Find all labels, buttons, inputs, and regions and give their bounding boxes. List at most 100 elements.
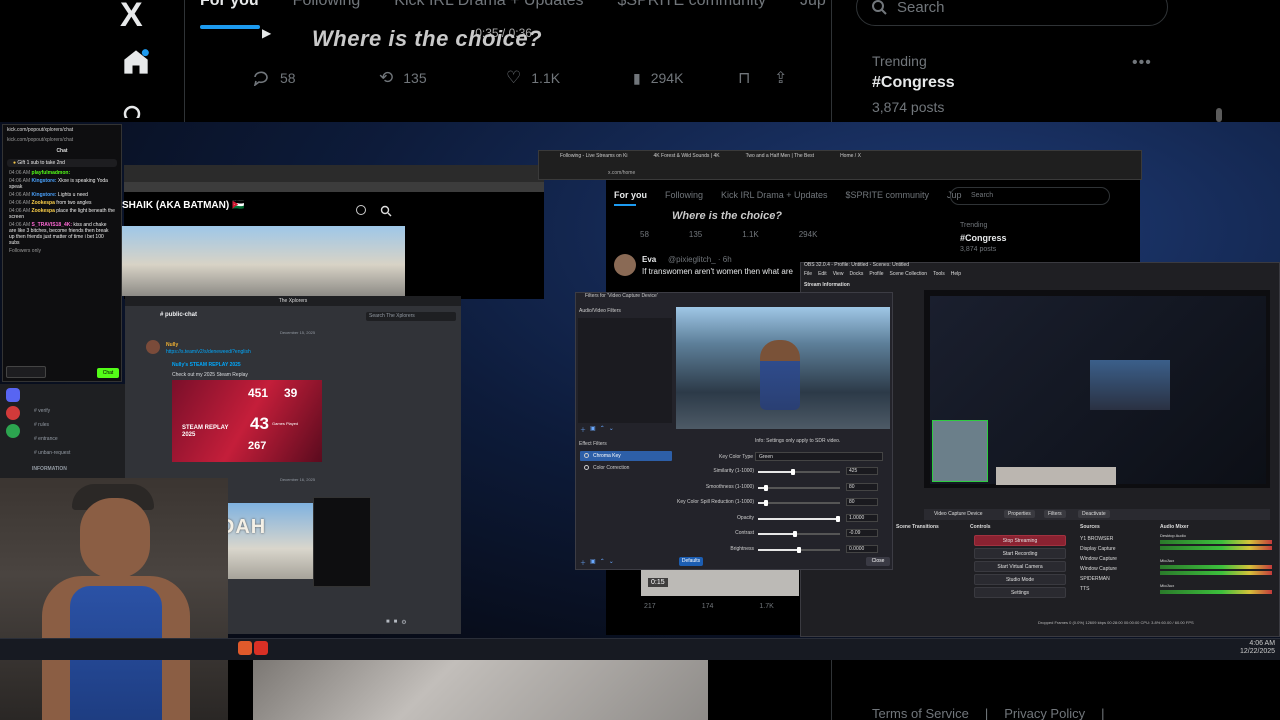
channel-entrance[interactable]: # entrance	[34, 435, 58, 444]
mini-tab-following[interactable]: Following	[665, 190, 703, 200]
x-search-box[interactable]: Search	[856, 0, 1168, 26]
discord-search[interactable]: Search The Xplorers	[366, 312, 456, 321]
kick-chat-send-button[interactable]: Chat	[97, 368, 119, 378]
views-button[interactable]: ▮ 294K	[633, 70, 738, 87]
properties-button[interactable]: Properties	[1004, 510, 1035, 518]
studio-mode-button[interactable]: Studio Mode	[974, 574, 1066, 585]
mini-reply-count[interactable]: 58	[640, 230, 649, 239]
move-up-icon[interactable]: ⌃	[600, 558, 605, 567]
post-image[interactable]	[122, 226, 405, 296]
mini-like-count[interactable]: 1.1K	[742, 230, 758, 239]
slider-handle[interactable]	[791, 469, 796, 475]
msg-user[interactable]: Kingstore:	[32, 192, 57, 198]
share-icon[interactable]: ⇪	[774, 68, 787, 88]
tab-following[interactable]: Following	[293, 0, 361, 10]
source-item[interactable]: TTS	[1080, 584, 1156, 594]
msg-user[interactable]: playfulmadmon:	[32, 170, 71, 176]
bookmark-icon[interactable]: ⊓	[738, 68, 774, 88]
tab-sprite[interactable]: $SPRITE community	[618, 0, 766, 10]
deactivate-button[interactable]: Deactivate	[1078, 510, 1110, 518]
message-link[interactable]: https://s.team/v2/s/deneweedi?english	[166, 349, 251, 355]
discord-server-icon[interactable]	[6, 424, 20, 438]
mic-icon[interactable]: ■	[386, 619, 390, 629]
channel-unban-request[interactable]: # unban-request	[34, 449, 70, 458]
preview-webcam-source[interactable]	[932, 420, 988, 482]
menu-scene-collection[interactable]: Scene Collection	[890, 271, 928, 277]
remove-filter-icon[interactable]: ▣	[590, 558, 596, 567]
home-icon[interactable]	[122, 48, 150, 76]
terms-link[interactable]: Terms of Service	[872, 706, 969, 720]
add-filter-icon[interactable]: ＋	[580, 425, 586, 434]
filter-color-correction[interactable]: Color Correction	[593, 465, 629, 471]
stop-streaming-button[interactable]: Stop Streaming	[974, 535, 1066, 546]
source-item[interactable]: SPIDERMAN	[1080, 574, 1156, 584]
filter-slider[interactable]	[758, 516, 840, 522]
slider-handle[interactable]	[764, 485, 769, 491]
discord-server-icon[interactable]	[6, 406, 20, 420]
source-item[interactable]: Display Capture	[1080, 544, 1156, 554]
menu-docks[interactable]: Docks	[849, 271, 863, 277]
filter-slider[interactable]	[758, 500, 840, 506]
slider-handle[interactable]	[797, 547, 801, 553]
mini-like-count-2[interactable]: 1.7K	[759, 603, 773, 610]
menu-profile[interactable]: Profile	[869, 271, 883, 277]
mini-trend-name[interactable]: #Congress	[960, 233, 1007, 243]
settings-button[interactable]: Settings	[974, 587, 1066, 598]
trend-name[interactable]: #Congress	[872, 74, 955, 92]
mini-tab-sprite[interactable]: $SPRITE community	[846, 190, 930, 200]
reply-button[interactable]: 58	[252, 70, 379, 86]
source-item[interactable]: Window Capture	[1080, 554, 1156, 564]
tab-jup[interactable]: Jup	[800, 0, 826, 10]
filter-slider[interactable]	[758, 531, 840, 537]
menu-tools[interactable]: Tools	[933, 271, 945, 277]
msg-user[interactable]: Zookespa	[32, 208, 55, 214]
menu-edit[interactable]: Edit	[818, 271, 827, 277]
tab-kick[interactable]: Following - Live Streams on Ki	[560, 153, 628, 159]
search-icon[interactable]	[380, 204, 392, 217]
taskbar-app-icon[interactable]	[254, 641, 268, 655]
channel-verify[interactable]: # verify	[34, 407, 50, 416]
filter-value-spinbox[interactable]: 425	[846, 467, 878, 475]
close-button[interactable]: Close	[866, 557, 890, 566]
steam-replay-card[interactable]	[172, 380, 322, 462]
source-item[interactable]: Window Capture	[1080, 564, 1156, 574]
msg-user[interactable]: Kingstore:	[32, 178, 57, 184]
taskbar-app-icon[interactable]	[238, 641, 252, 655]
mini-tab-kick[interactable]: Kick IRL Drama + Updates	[721, 190, 827, 200]
mini-tab-for-you[interactable]: For you	[614, 190, 647, 200]
mini-repost-count-2[interactable]: 174	[702, 603, 714, 610]
avatar[interactable]	[614, 254, 636, 276]
filters-button[interactable]: Filters	[1044, 510, 1066, 518]
refresh-icon[interactable]	[356, 205, 366, 215]
tab-kick-irl[interactable]: Kick IRL Drama + Updates	[394, 0, 583, 10]
key-color-select[interactable]: Green	[755, 452, 883, 461]
gear-icon[interactable]: ⚙	[401, 619, 406, 629]
system-clock[interactable]: 4:06 AM 12/22/2025	[1240, 640, 1275, 656]
move-down-icon[interactable]: ⌄	[609, 558, 614, 567]
filter-slider[interactable]	[758, 469, 840, 475]
slider-handle[interactable]	[793, 531, 798, 537]
x-logo[interactable]: X	[120, 0, 143, 35]
repost-button[interactable]: ⟲ 135	[379, 68, 506, 88]
slider-handle[interactable]	[836, 516, 840, 522]
channel-rules[interactable]: # rules	[34, 421, 49, 430]
search-nav-icon[interactable]	[122, 104, 144, 123]
move-down-icon[interactable]: ⌄	[609, 425, 614, 434]
kick-chat-input[interactable]	[6, 366, 46, 378]
more-options-icon[interactable]: •••	[1132, 54, 1152, 72]
tab-for-you[interactable]: For you	[200, 0, 259, 10]
filter-value-spinbox[interactable]: 80	[846, 498, 878, 506]
filter-value-spinbox[interactable]: 1.0000	[846, 514, 878, 522]
menu-file[interactable]: File	[804, 271, 812, 277]
remove-filter-icon[interactable]: ▣	[590, 425, 596, 434]
audio-filters-list[interactable]	[578, 318, 672, 423]
embed-title[interactable]: Nully's STEAM REPLAY 2025	[172, 362, 241, 368]
filter-slider[interactable]	[758, 485, 840, 491]
tab-two-half-men[interactable]: Two and a Half Men | The Best	[746, 153, 814, 159]
tab-forest[interactable]: 4K Forest & Wild Sounds | 4K	[654, 153, 720, 159]
source-item[interactable]: Y1 BROWSER	[1080, 534, 1156, 544]
defaults-button[interactable]: Defaults	[679, 557, 703, 566]
bottom-video-thumbnail[interactable]	[253, 656, 708, 720]
channel-category[interactable]: INFORMATION	[32, 465, 67, 474]
tab-home-x[interactable]: Home / X	[840, 153, 861, 159]
